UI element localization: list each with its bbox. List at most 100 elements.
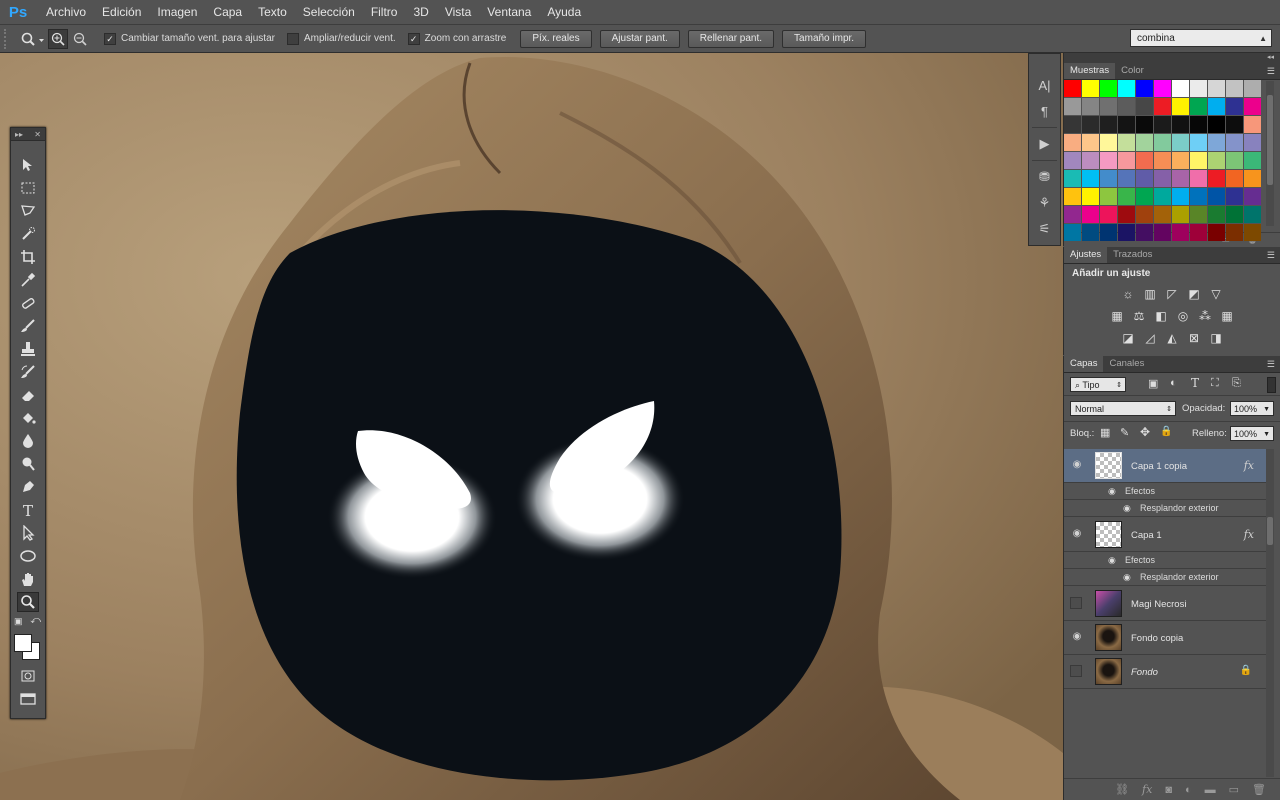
menu-capa[interactable]: Capa [205,0,250,24]
menu-filtro[interactable]: Filtro [363,0,406,24]
color-swatch[interactable] [1136,98,1153,115]
color-swatch[interactable] [1208,188,1225,205]
color-swatch[interactable] [1154,80,1171,97]
color-swatch[interactable] [1064,116,1081,133]
color-swatch[interactable] [1154,206,1171,223]
color-swatch[interactable] [1064,98,1081,115]
color-swatch[interactable] [1226,224,1243,241]
print-size-button[interactable]: Tamaño impr. [782,29,867,48]
color-swatch[interactable] [1190,134,1207,151]
color-swatch[interactable] [1244,206,1261,223]
layer-row-fondo[interactable]: Fondo 🔒 [1064,655,1266,689]
menu-texto[interactable]: Texto [250,0,295,24]
options-bar-grip[interactable] [4,28,12,49]
link-layers-icon[interactable]: ⛓ [1115,783,1129,796]
visibility-off-box[interactable] [1070,665,1082,677]
new-layer-icon[interactable]: ▭ [1229,783,1239,796]
color-swatch[interactable] [1244,116,1261,133]
color-swatch[interactable] [1172,206,1189,223]
history-brush-tool[interactable] [17,362,39,382]
hand-tool[interactable] [17,569,39,589]
color-swatch[interactable] [1154,98,1171,115]
lock-transparency-icon[interactable]: ▦ [1100,426,1110,439]
layers-scrollbar[interactable] [1266,449,1274,777]
color-swatch[interactable] [1172,134,1189,151]
clone-source-panel-button[interactable]: ⛃ [1033,166,1057,188]
color-swatch[interactable] [1208,80,1225,97]
menu-edicion[interactable]: Edición [94,0,149,24]
crop-tool[interactable] [17,247,39,267]
delete-layer-icon[interactable]: 🗑 [1252,783,1266,796]
color-swatch[interactable] [1226,188,1243,205]
color-swatch[interactable] [1118,224,1135,241]
color-swatch[interactable] [1118,206,1135,223]
exposure-icon[interactable]: ◩ [1186,287,1202,301]
zoom-out-button[interactable] [70,29,90,49]
color-swatch[interactable] [1226,170,1243,187]
color-swatch[interactable] [1244,80,1261,97]
blur-tool[interactable] [17,431,39,451]
panel-menu-icon[interactable]: ☰ [1267,356,1275,372]
color-swatch[interactable] [1172,152,1189,169]
color-swatch[interactable] [1064,134,1081,151]
menu-seleccion[interactable]: Selección [295,0,363,24]
color-swatch[interactable] [1082,224,1099,241]
color-swatch[interactable] [1082,80,1099,97]
color-swatch[interactable] [1100,224,1117,241]
filter-shape-icon[interactable]: ⛶ [1211,377,1219,390]
color-swatch[interactable] [1118,134,1135,151]
effects-row[interactable]: ◉ Efectos [1064,552,1266,569]
menu-vista[interactable]: Vista [437,0,479,24]
layer-effects-icon[interactable]: fx [1244,459,1254,472]
color-swatch[interactable] [1082,152,1099,169]
color-swatch[interactable] [1244,152,1261,169]
tab-ajustes[interactable]: Ajustes [1064,247,1108,263]
move-tool[interactable] [17,155,39,175]
color-swatch[interactable] [1190,206,1207,223]
menu-3d[interactable]: 3D [405,0,436,24]
filter-toggle-switch[interactable] [1267,377,1276,393]
effect-outer-glow-row[interactable]: ◉ Resplandor exterior [1064,569,1266,586]
tool-preset-picker[interactable] [18,28,48,50]
fit-screen-button[interactable]: Ajustar pant. [599,29,680,48]
color-swatch[interactable] [1190,80,1207,97]
effects-eye-icon[interactable]: ◉ [1108,486,1116,497]
layer-row-fondo-copia[interactable]: ◉ Fondo copia [1064,621,1266,655]
paragraph-panel-button[interactable]: ¶ [1033,100,1057,122]
marquee-tool[interactable] [17,178,39,198]
color-swatch[interactable] [1082,134,1099,151]
layer-name[interactable]: Fondo copia [1131,633,1183,644]
color-swatch[interactable] [1226,134,1243,151]
layer-name[interactable]: Capa 1 [1131,530,1162,541]
color-swatch[interactable] [1226,98,1243,115]
color-swatch[interactable] [1082,170,1099,187]
color-swatch[interactable] [1118,188,1135,205]
tab-canales[interactable]: Canales [1103,356,1150,372]
swap-colors-icon[interactable]: ⤺ [30,615,41,626]
color-swatch[interactable] [1154,224,1171,241]
color-swatch[interactable] [1208,206,1225,223]
healing-brush-tool[interactable] [17,293,39,313]
filter-type-icon[interactable]: T [1191,376,1199,390]
menu-ayuda[interactable]: Ayuda [539,0,589,24]
color-swatch[interactable] [1136,80,1153,97]
color-swatch[interactable] [1100,206,1117,223]
opacity-input[interactable]: 100% ▼ [1230,401,1274,416]
color-swatch[interactable] [1244,170,1261,187]
close-icon[interactable]: ✕ [34,130,41,139]
color-swatch[interactable] [1244,188,1261,205]
color-swatch[interactable] [1172,116,1189,133]
color-swatch[interactable] [1064,152,1081,169]
color-swatch[interactable] [1136,206,1153,223]
color-swatch[interactable] [1082,206,1099,223]
screen-mode-button[interactable] [17,689,39,709]
color-swatch[interactable] [1100,188,1117,205]
color-swatch[interactable] [1100,116,1117,133]
color-swatch[interactable] [1082,116,1099,133]
lock-all-icon[interactable]: 🔒 [1160,426,1172,437]
clone-stamp-tool[interactable] [17,339,39,359]
brush-panel-button[interactable]: ⚟ [1033,218,1057,240]
dodge-tool[interactable] [17,454,39,474]
lasso-tool[interactable] [17,201,39,221]
color-swatch[interactable] [1118,170,1135,187]
